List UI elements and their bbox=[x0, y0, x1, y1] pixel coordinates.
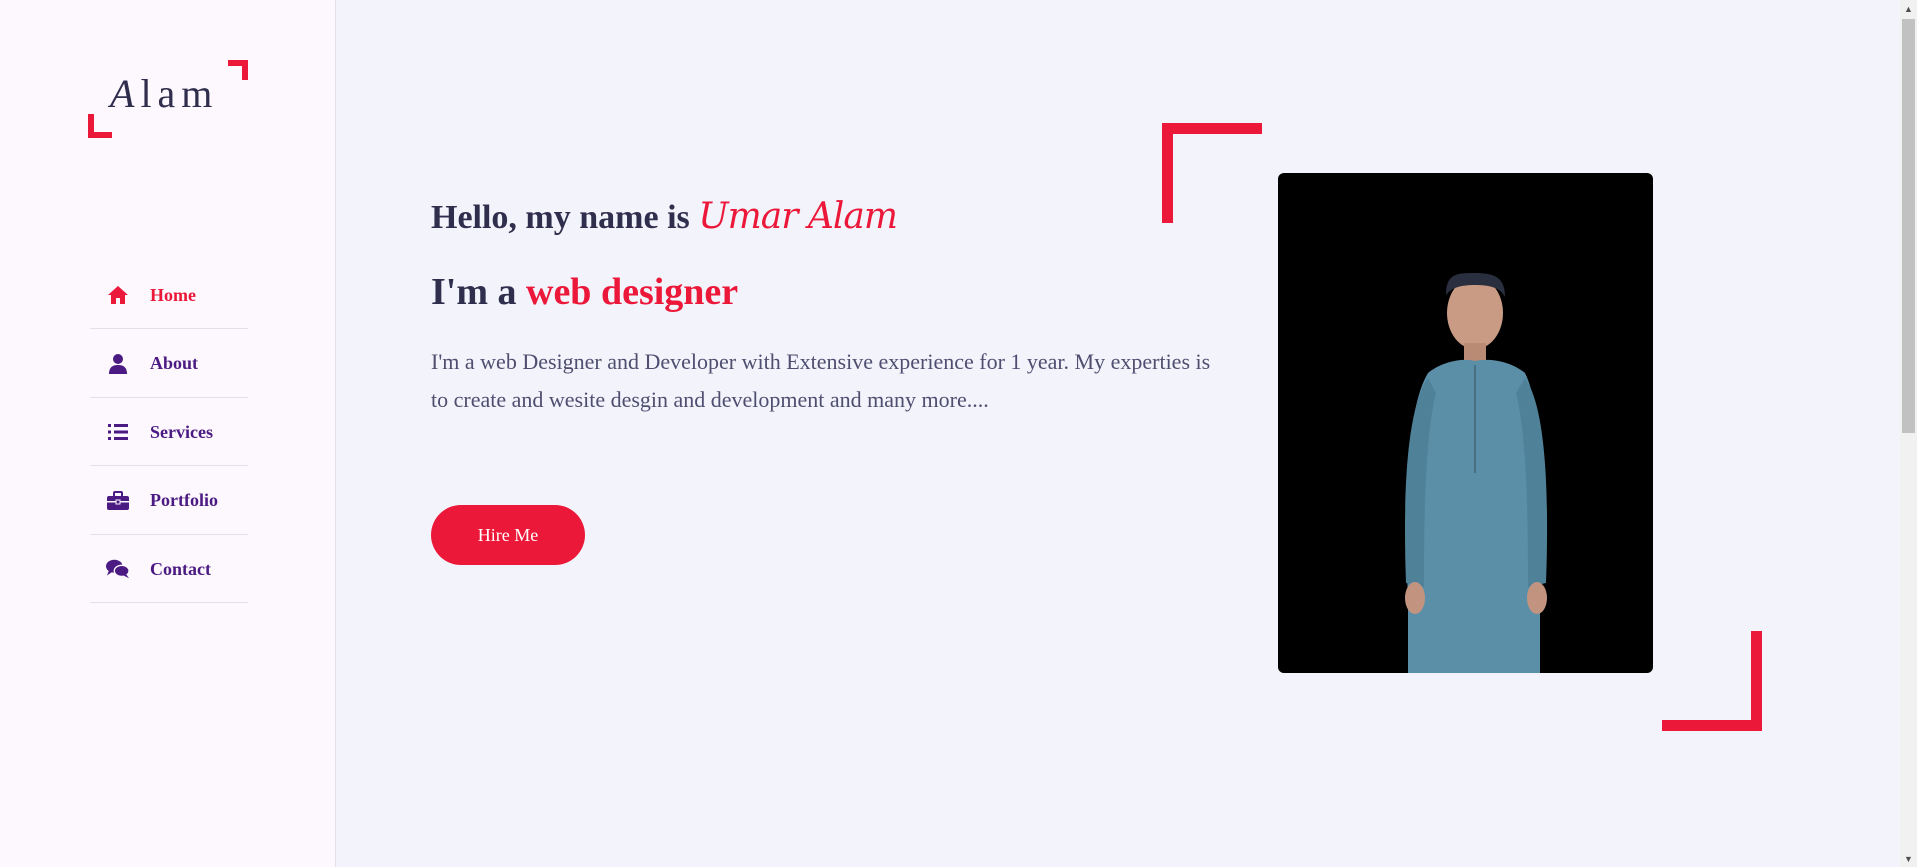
logo-rest: lam bbox=[140, 71, 219, 116]
nav-label-home: Home bbox=[150, 284, 196, 305]
nav-item-about[interactable]: About bbox=[90, 331, 248, 398]
nav-item-portfolio[interactable]: Portfolio bbox=[90, 468, 248, 535]
logo-corner-bottom-left bbox=[88, 114, 112, 138]
hero-description: I'm a web Designer and Developer with Ex… bbox=[431, 349, 1211, 412]
home-icon bbox=[106, 283, 130, 307]
scrollbar-thumb[interactable] bbox=[1902, 19, 1915, 433]
logo-first-letter: A bbox=[110, 71, 141, 116]
list-icon bbox=[106, 420, 130, 444]
photo-frame-corner-top-left bbox=[1162, 123, 1262, 223]
nav-label-contact: Contact bbox=[150, 558, 211, 579]
logo-corner-top-right bbox=[228, 60, 248, 80]
scroll-up-arrow-icon[interactable]: ▲ bbox=[1900, 0, 1917, 17]
role-title: web designer bbox=[526, 271, 739, 313]
hire-me-button[interactable]: Hire Me bbox=[431, 505, 585, 565]
nav-label-services: Services bbox=[150, 421, 213, 442]
vertical-scrollbar[interactable]: ▲ ▼ bbox=[1900, 0, 1917, 867]
nav-item-contact[interactable]: Contact bbox=[90, 536, 248, 603]
sidebar: Alam Home About Services Portfolio Conta… bbox=[0, 0, 336, 867]
scroll-down-arrow-icon[interactable]: ▼ bbox=[1900, 850, 1917, 867]
logo[interactable]: Alam bbox=[88, 60, 248, 140]
logo-text: Alam bbox=[110, 70, 218, 117]
user-icon bbox=[106, 352, 130, 376]
nav-label-about: About bbox=[150, 353, 199, 373]
nav-item-home[interactable]: Home bbox=[90, 262, 248, 329]
nav-item-services[interactable]: Services bbox=[90, 399, 248, 466]
portrait-photo bbox=[1278, 173, 1653, 673]
briefcase-icon bbox=[106, 489, 130, 513]
greeting-heading: Hello, my name is Umar Alam bbox=[431, 196, 898, 237]
main-nav: Home About Services Portfolio Contact bbox=[90, 262, 248, 605]
photo-frame-corner-bottom-right bbox=[1662, 631, 1762, 731]
role-prefix: I'm a bbox=[431, 271, 517, 313]
chat-icon bbox=[106, 557, 130, 581]
role-heading: I'm a web designer bbox=[431, 270, 738, 314]
owner-name: Umar Alam bbox=[698, 196, 898, 237]
nav-label-portfolio: Portfolio bbox=[150, 490, 218, 510]
greeting-text: Hello, my name is bbox=[431, 199, 690, 236]
